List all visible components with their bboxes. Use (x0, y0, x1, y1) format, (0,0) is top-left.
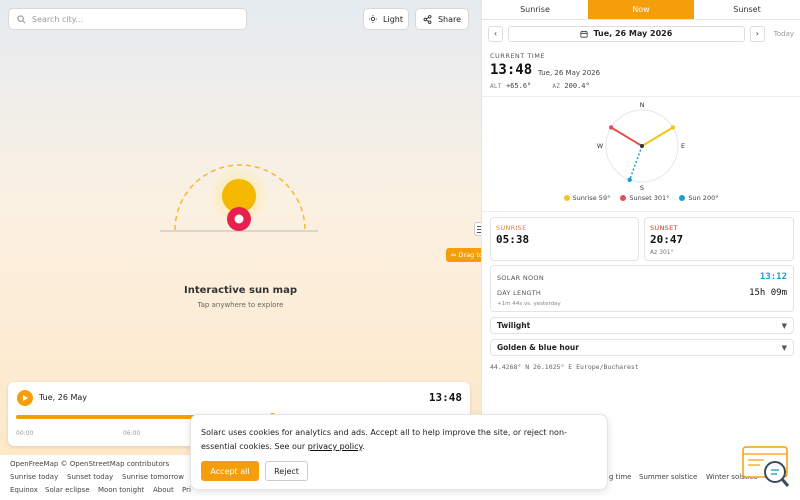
footer-link[interactable]: Sunrise today (10, 473, 58, 481)
date-label: Tue, 26 May 2026 (593, 29, 673, 38)
solar-noon-label: SOLAR NOON (497, 274, 544, 282)
cookie-text: Solarc uses cookies for analytics and ad… (201, 426, 596, 454)
footer-link[interactable]: Moon tonight (98, 486, 144, 494)
tab-sunset[interactable]: Sunset (694, 0, 800, 19)
legend-sun: Sun 200° (679, 194, 718, 202)
privacy-policy-link[interactable]: privacy policy (308, 442, 362, 451)
cookie-message: Solarc uses cookies for analytics and ad… (201, 428, 567, 451)
sun-icon (369, 15, 378, 23)
city-search[interactable] (8, 8, 247, 30)
play-icon (23, 395, 28, 401)
day-length-delta: +1m 44s vs. yesterday (497, 301, 561, 307)
alt-value: +65.6° (505, 82, 532, 90)
golden-hour-label: Golden & blue hour (497, 343, 579, 352)
az-value: 200.4° (564, 82, 590, 90)
share-button[interactable]: Share (415, 8, 469, 30)
footer-link[interactable]: g time (609, 473, 631, 481)
cookie-banner: Solarc uses cookies for analytics and ad… (190, 414, 608, 490)
sunrise-azimuth-ray (641, 126, 674, 147)
tab-now[interactable]: Now (588, 0, 694, 19)
footer-link[interactable]: Summer solstice (639, 473, 697, 481)
chevron-down-icon: ▼ (781, 321, 787, 330)
timeline-date: Tue, 26 May (39, 393, 88, 402)
sunset-time: 20:47 (650, 233, 684, 246)
timeline-time: 13:48 (428, 391, 462, 404)
footer-link[interactable]: Pri (182, 486, 191, 494)
map-subtitle: Tap anywhere to explore (197, 301, 284, 309)
twilight-accordion[interactable]: Twilight ▼ (490, 317, 794, 334)
sunset-label: SUNSET (650, 224, 678, 232)
twilight-label: Twilight (497, 321, 531, 330)
chevron-down-icon: ▼ (781, 343, 787, 352)
map-title: Interactive sun map (184, 285, 297, 296)
compass-legend: Sunrise 59° Sunset 301° Sun 200° (482, 194, 800, 202)
footer-link[interactable]: Solar eclipse (45, 486, 90, 494)
timeline-tick: 06:00 (123, 430, 141, 437)
footer-link[interactable]: Equinox (10, 486, 38, 494)
chevron-left-icon: ‹ (493, 29, 498, 38)
sunset-azimuth-ray (610, 126, 643, 147)
golden-hour-accordion[interactable]: Golden & blue hour ▼ (490, 339, 794, 356)
mode-tabs: Sunrise Now Sunset (482, 0, 800, 20)
today-button[interactable]: Today (774, 30, 794, 38)
footer-link[interactable]: Sunrise tomorrow (122, 473, 184, 481)
compass-south: S (640, 184, 644, 192)
compass-north: N (640, 101, 645, 109)
sunset-azimuth: Az 301° (650, 249, 674, 256)
sunset-card: SUNSET 20:47 Az 301° (644, 217, 794, 261)
compass-west: W (597, 142, 604, 150)
reject-cookies-button[interactable]: Reject (265, 461, 308, 481)
date-navigator: ‹ Tue, 26 May 2026 › Today (488, 25, 794, 42)
search-widget-icon[interactable] (742, 446, 790, 490)
legend-sunrise: Sunrise 59° (563, 194, 610, 202)
chevron-right-icon: › (755, 29, 759, 38)
day-length-label: DAY LENGTH (497, 289, 542, 297)
theme-toggle-label: Light (383, 14, 403, 24)
play-button[interactable] (17, 390, 33, 406)
sun-details-panel: Sunrise Now Sunset ‹ Tue, 26 May 2026 › … (481, 0, 800, 455)
calendar-icon (580, 30, 589, 38)
search-input[interactable] (32, 14, 232, 24)
sunrise-card: SUNRISE 05:38 (490, 217, 639, 261)
location-coordinates: 44.4268° N 26.1025° E Europe/Bucharest (490, 363, 639, 371)
compass-east: E (681, 142, 685, 150)
cookie-message-end: . (362, 442, 365, 451)
theme-toggle-button[interactable]: Light (363, 8, 409, 30)
sun-position-illustration (160, 164, 318, 232)
sunrise-label: SUNRISE (496, 224, 527, 232)
sunset-azimuth-dot (608, 125, 614, 130)
sun-altitude-azimuth: ALT +65.6° AZ 200.4° (490, 82, 590, 90)
share-label: Share (437, 14, 462, 24)
search-icon (17, 14, 26, 23)
solar-noon-time: 13:12 (759, 272, 787, 282)
timeline-tick: 00:00 (16, 430, 34, 437)
prev-day-button[interactable]: ‹ (488, 25, 503, 42)
az-label: AZ (552, 83, 561, 90)
sun-azimuth-dot (627, 177, 632, 183)
accept-cookies-button[interactable]: Accept all (201, 461, 259, 481)
next-day-button[interactable]: › (749, 25, 765, 42)
sun-azimuth-ray (628, 145, 643, 181)
current-date: Tue, 26 May 2026 (538, 69, 601, 77)
sunrise-azimuth-dot (670, 125, 676, 130)
azimuth-compass: N E S W (597, 101, 685, 192)
tab-sunrise[interactable]: Sunrise (482, 0, 588, 19)
legend-sunset: Sunset 301° (620, 194, 669, 202)
footer-link[interactable]: About (153, 486, 174, 494)
divider (482, 96, 800, 97)
share-icon (423, 14, 432, 24)
day-length-value: 15h 09m (749, 288, 787, 298)
sunrise-time: 05:38 (496, 233, 530, 246)
sun-map[interactable]: Light Share Interactive sun map Tap anyw… (0, 0, 481, 455)
divider (482, 211, 800, 212)
current-time-label: CURRENT TIME (490, 52, 545, 60)
footer-link[interactable]: Sunset today (67, 473, 113, 481)
map-attribution[interactable]: OpenFreeMap © OpenStreetMap contributors (10, 460, 169, 468)
current-time: 13:48 (490, 62, 533, 78)
date-picker[interactable]: Tue, 26 May 2026 (507, 25, 745, 42)
alt-label: ALT (490, 83, 502, 90)
solar-noon-card: SOLAR NOON 13:12 DAY LENGTH 15h 09m +1m … (490, 265, 794, 312)
